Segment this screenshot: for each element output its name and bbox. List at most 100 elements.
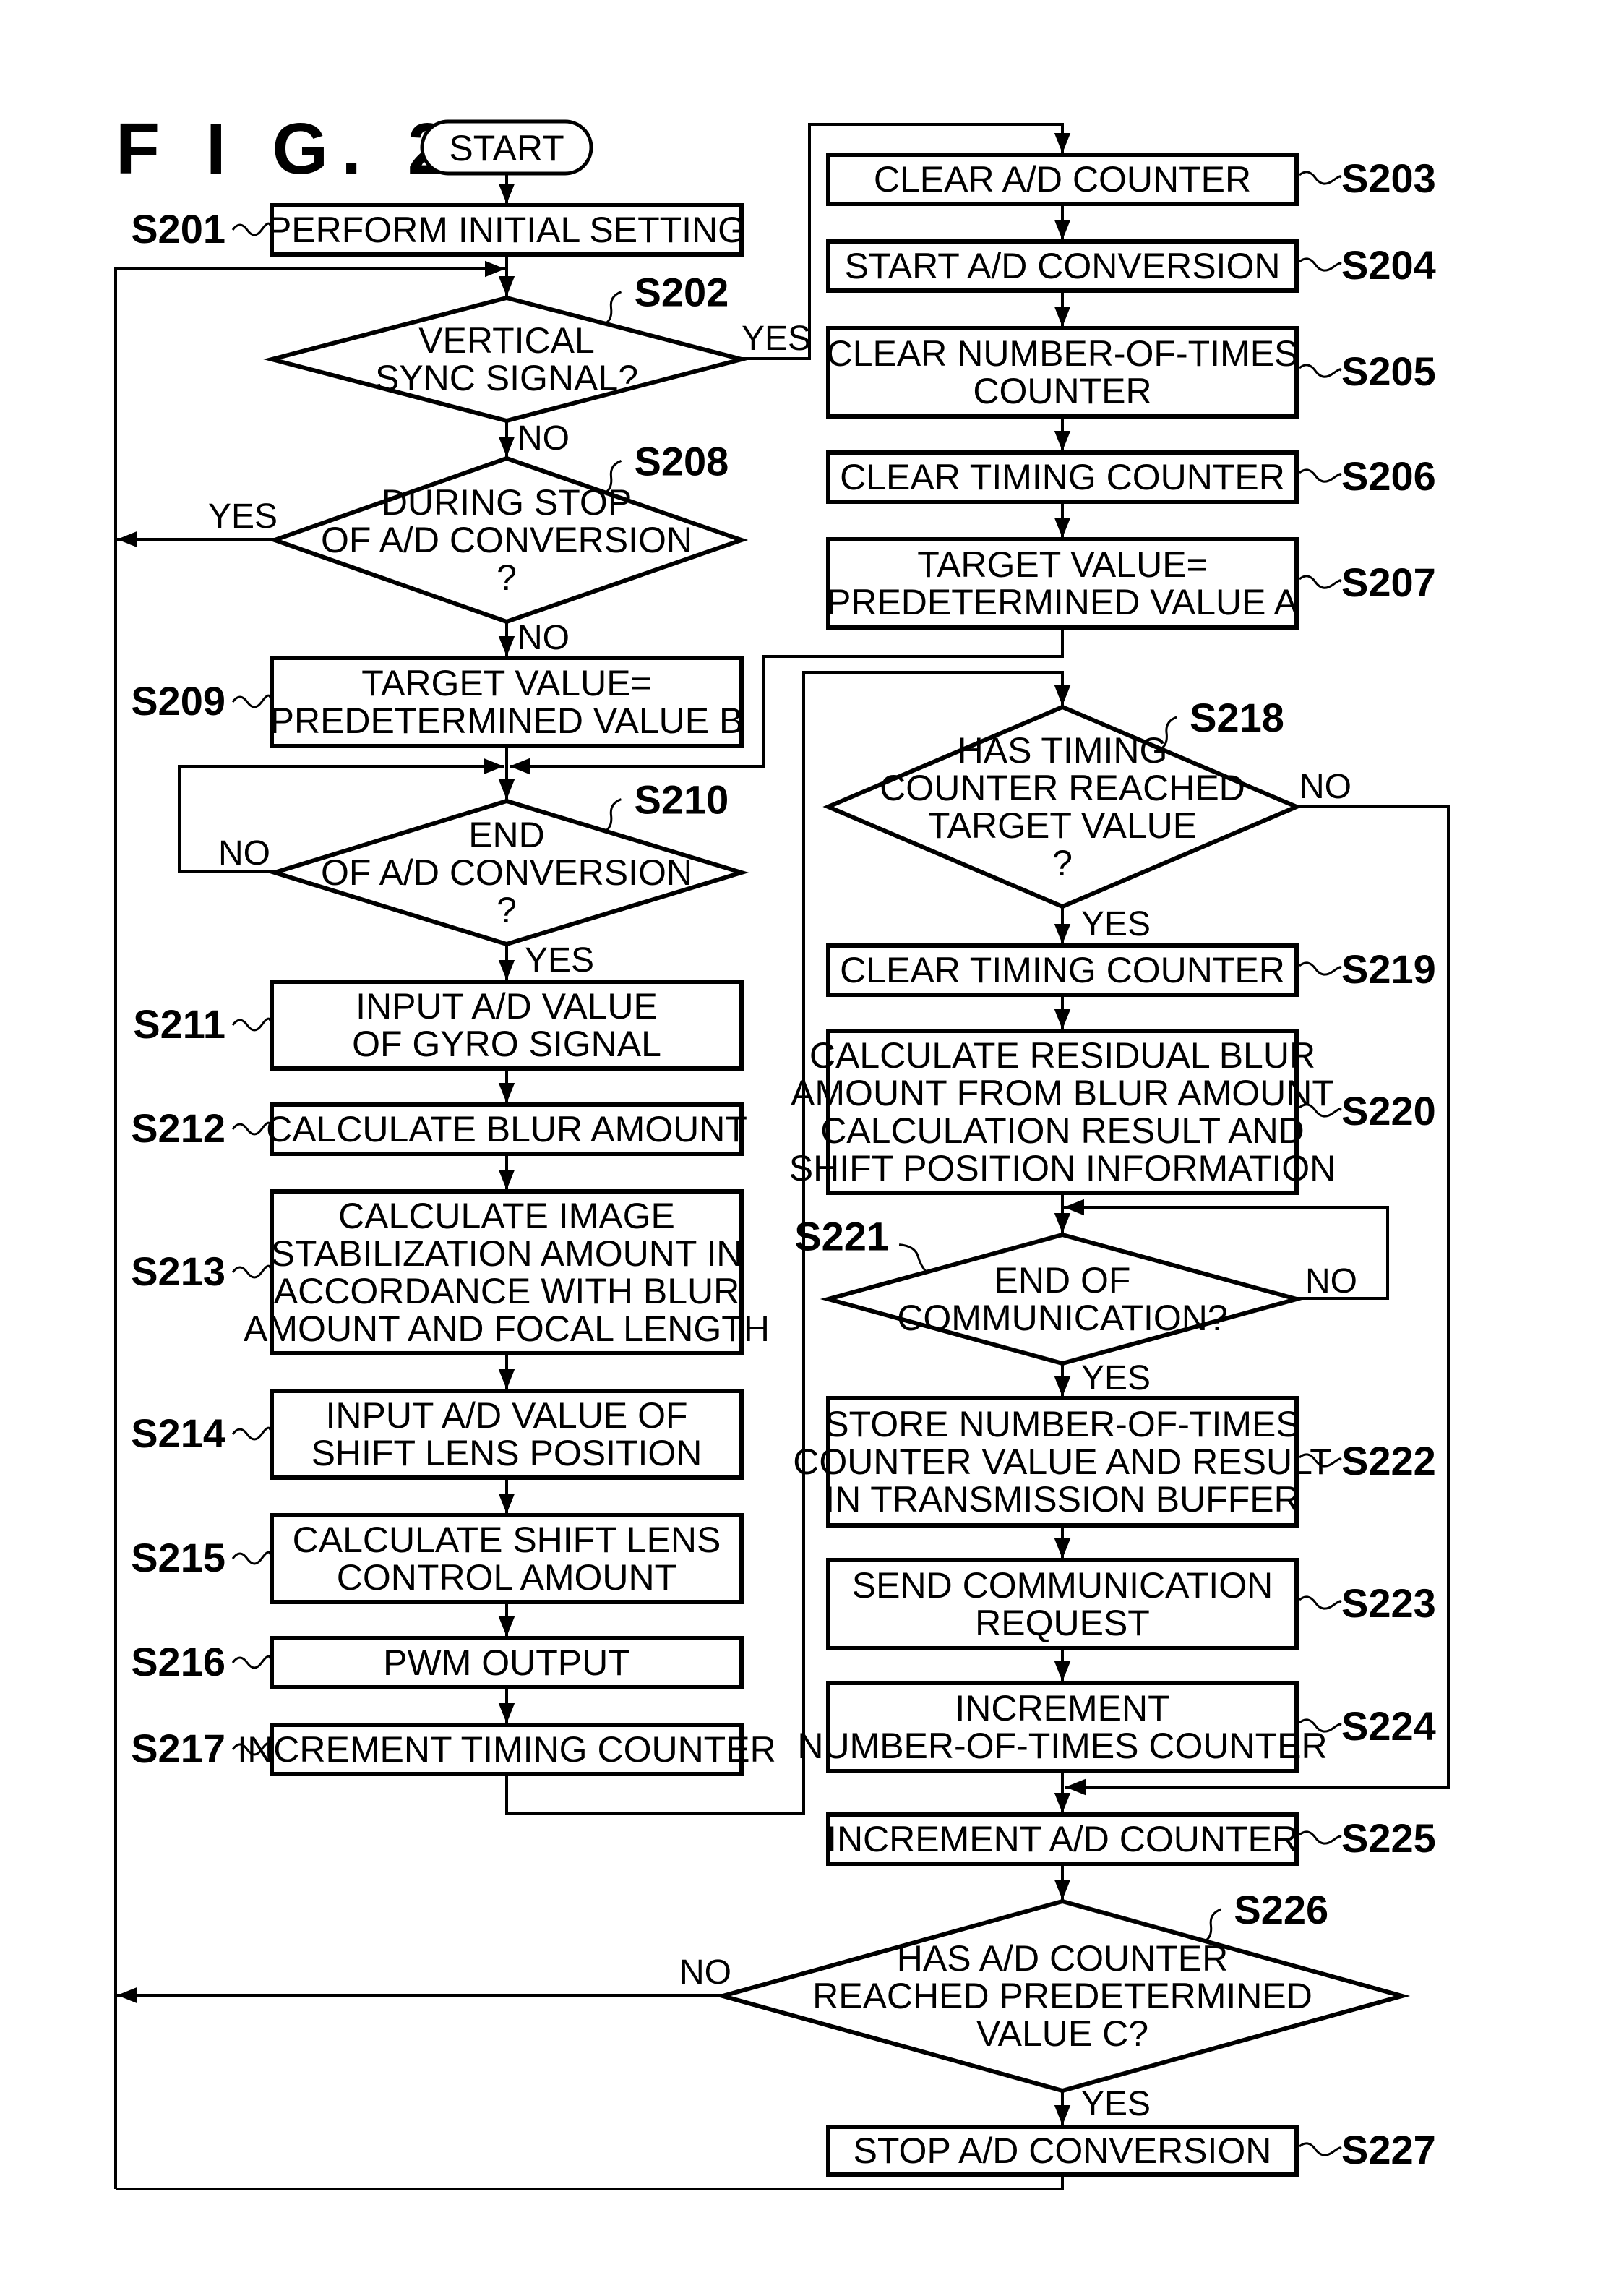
step-text-line: REACHED PREDETERMINED <box>812 1976 1312 2016</box>
label-s226-no: NO <box>679 1953 731 1992</box>
step-text-line: STOP A/D CONVERSION <box>854 2130 1272 2171</box>
figure-title: F I G. 2 <box>116 108 460 189</box>
step-s205: CLEAR NUMBER-OF-TIMESCOUNTER S205 <box>826 326 1436 419</box>
step-text-line: CONTROL AMOUNT <box>337 1557 676 1598</box>
step-s212: CALCULATE BLUR AMOUNT S212 <box>131 1102 747 1156</box>
step-text-line: OF A/D CONVERSION <box>321 520 692 560</box>
step-s214: INPUT A/D VALUE OFSHIFT LENS POSITION S21… <box>131 1389 744 1480</box>
step-id-label: S223 <box>1341 1580 1436 1626</box>
step-id-label: S226 <box>1234 1887 1328 1932</box>
step-id-label: S202 <box>635 270 729 315</box>
start-terminator: START <box>420 119 593 176</box>
step-s209: TARGET VALUE=PREDETERMINED VALUE B S209 <box>131 656 744 748</box>
step-id-label: S217 <box>131 1726 225 1771</box>
label-s221-no: NO <box>1305 1262 1357 1301</box>
step-s213: CALCULATE IMAGESTABILIZATION AMOUNT INAC… <box>131 1189 770 1355</box>
step-text-line: SEND COMMUNICATION <box>852 1565 1273 1606</box>
step-id-label: S216 <box>131 1639 225 1684</box>
step-text-line: VALUE C? <box>976 2013 1148 2054</box>
step-text-line: CALCULATE BLUR AMOUNT <box>266 1109 747 1149</box>
step-text-line: OF A/D CONVERSION <box>321 852 692 893</box>
step-text-line: INCREMENT A/D COUNTER <box>827 1819 1298 1859</box>
label-s202-no: NO <box>517 419 570 458</box>
step-text-line: PREDETERMINED VALUE A <box>827 582 1299 622</box>
step-text-line: STABILIZATION AMOUNT IN <box>271 1233 743 1274</box>
step-leader-tilde <box>231 1017 272 1032</box>
step-id-label: S210 <box>635 777 729 823</box>
step-leader-tilde <box>231 1426 272 1441</box>
step-s222: STORE NUMBER-OF-TIMESCOUNTER VALUE AND R… <box>793 1396 1436 1528</box>
step-id-label: S215 <box>131 1535 225 1580</box>
step-text-line: CALCULATE SHIFT LENS <box>293 1520 721 1560</box>
step-leader-tilde <box>231 1264 272 1279</box>
step-leader-tilde <box>1299 961 1342 976</box>
step-text-line: CALCULATE RESIDUAL BLUR <box>809 1035 1315 1076</box>
step-text-line: VERTICAL <box>418 320 595 361</box>
step-text-line: END <box>468 815 545 855</box>
step-text-line: END OF <box>994 1260 1131 1301</box>
step-id-label: S219 <box>1341 946 1436 992</box>
step-id-label: S218 <box>1190 695 1284 740</box>
step-id-label: S224 <box>1341 1703 1436 1749</box>
step-text-line: DURING STOP <box>382 482 632 523</box>
step-text-line: SHIFT LENS POSITION <box>311 1433 702 1473</box>
step-text-line: COUNTER <box>973 371 1151 411</box>
step-text-line: CLEAR A/D COUNTER <box>874 159 1251 200</box>
step-text-line: INPUT A/D VALUE <box>356 986 658 1027</box>
step-leader-tilde <box>898 1243 928 1273</box>
steps: PERFORM INITIAL SETTING S201 VERTICALSYNC … <box>131 153 1436 2177</box>
step-s224: INCREMENTNUMBER-OF-TIMES COUNTER S224 <box>797 1681 1436 1773</box>
step-s204: START A/D CONVERSION S204 <box>826 239 1436 293</box>
step-id-label: S204 <box>1341 242 1436 288</box>
step-id-label: S214 <box>131 1410 225 1456</box>
step-text-line: ? <box>497 557 517 598</box>
step-id-label: S213 <box>131 1248 225 1294</box>
step-text-line: TARGET VALUE <box>928 805 1197 846</box>
step-id-label: S227 <box>1341 2127 1436 2172</box>
step-id-label: S221 <box>794 1214 889 1259</box>
step-id-label: S207 <box>1341 560 1436 605</box>
step-leader-tilde <box>604 291 622 325</box>
step-text-line: INCREMENT TIMING COUNTER <box>237 1729 775 1770</box>
step-text-line: STORE NUMBER-OF-TIMES <box>825 1404 1299 1444</box>
step-id-label: S208 <box>635 438 729 484</box>
step-leader-tilde <box>231 1121 272 1136</box>
step-leader-tilde <box>231 694 272 708</box>
step-s210: ENDOF A/D CONVERSION? S210 <box>267 777 749 947</box>
step-text-line: COMMUNICATION? <box>897 1298 1227 1338</box>
step-s225: INCREMENT A/D COUNTER S225 <box>826 1812 1436 1866</box>
step-leader-tilde <box>1299 575 1342 589</box>
step-text-line: INCREMENT <box>955 1688 1169 1729</box>
step-text-line: INPUT A/D VALUE OF <box>325 1395 687 1436</box>
label-s210-yes: YES <box>525 941 594 980</box>
step-text-line: NUMBER-OF-TIMES COUNTER <box>797 1726 1327 1766</box>
step-leader-tilde <box>231 1655 272 1669</box>
step-s203: CLEAR A/D COUNTER S203 <box>826 153 1436 206</box>
step-s223: SEND COMMUNICATIONREQUEST S223 <box>826 1558 1436 1650</box>
step-text-line: START A/D CONVERSION <box>845 246 1281 286</box>
step-text-line: IN TRANSMISSION BUFFER <box>825 1479 1299 1520</box>
step-text-line: COUNTER REACHED <box>880 768 1245 808</box>
step-leader-tilde <box>1299 171 1342 185</box>
step-s217: INCREMENT TIMING COUNTER S217 <box>131 1723 776 1776</box>
step-text-line: AMOUNT FROM BLUR AMOUNT <box>791 1073 1334 1113</box>
step-s206: CLEAR TIMING COUNTER S206 <box>826 450 1436 504</box>
step-text-line: CLEAR TIMING COUNTER <box>840 457 1285 497</box>
step-leader-tilde <box>1299 257 1342 272</box>
step-id-label: S225 <box>1341 1815 1436 1861</box>
step-s211: INPUT A/D VALUEOF GYRO SIGNAL S211 <box>133 980 744 1071</box>
step-s226: HAS A/D COUNTERREACHED PREDETERMINEDVALU… <box>714 1887 1411 2094</box>
step-text-line: OF GYRO SIGNAL <box>352 1024 661 1064</box>
step-text-line: COUNTER VALUE AND RESULT <box>793 1442 1332 1482</box>
step-id-label: S222 <box>1341 1438 1436 1483</box>
step-id-label: S212 <box>131 1105 225 1151</box>
step-leader-tilde <box>1299 468 1342 483</box>
step-text-line: SYNC SIGNAL? <box>375 358 638 398</box>
label-s218-no: NO <box>1299 768 1351 806</box>
label-s202-yes: YES <box>742 320 811 358</box>
step-id-label: S220 <box>1341 1088 1436 1134</box>
flowchart: F I G. 2 START YES NO YES NO NO YES NO Y… <box>114 108 1450 2190</box>
step-text-line: AMOUNT AND FOCAL LENGTH <box>244 1308 770 1349</box>
step-leader-tilde <box>231 1551 272 1565</box>
step-text-line: PREDETERMINED VALUE B <box>270 701 744 741</box>
